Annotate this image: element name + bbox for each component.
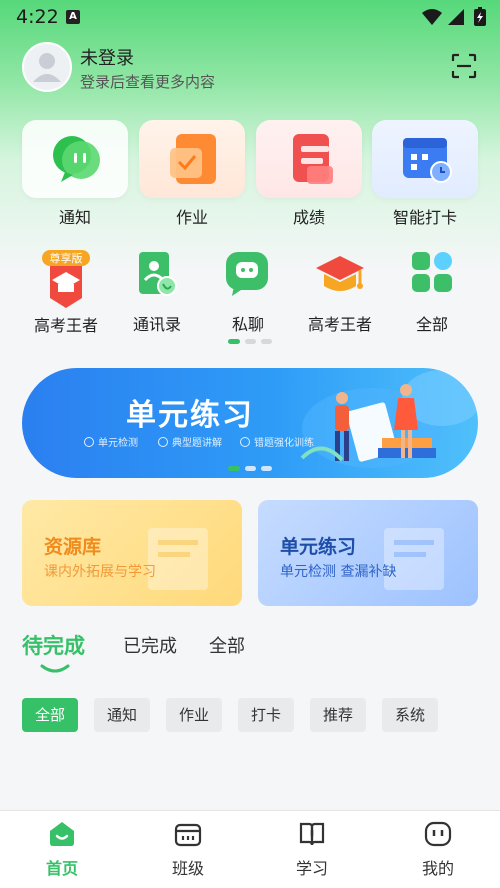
filter-chip-checkin[interactable]: 打卡: [238, 698, 294, 732]
banner-feature: 错题强化训练: [240, 434, 314, 449]
tab-indicator: [40, 664, 70, 673]
grid-label: 全部: [415, 315, 448, 334]
grid-all-icon: [412, 252, 452, 292]
user-placeholder-icon: [33, 53, 61, 82]
nav-label: 学习: [295, 859, 328, 878]
notification-icon: A: [66, 10, 80, 24]
cap-vip-icon: 尊享版: [42, 250, 90, 308]
study-book-icon: [299, 822, 325, 846]
unit-practice-card[interactable]: 单元练习 单元检测 查漏补缺: [258, 500, 478, 606]
grid-label: 智能打卡: [392, 208, 457, 227]
book-decoration: [384, 528, 444, 590]
filter-chip-notice[interactable]: 通知: [94, 698, 150, 732]
card-title: 单元练习: [280, 536, 357, 558]
grid-label: 作业: [175, 208, 208, 227]
page-dot: [261, 339, 272, 344]
graduation-cap-icon: [316, 256, 364, 291]
tab-all[interactable]: 全部: [209, 632, 245, 658]
resource-library-card[interactable]: 资源库 课内外拓展与学习: [22, 500, 242, 606]
nav-home[interactable]: 首页: [22, 819, 102, 879]
grid-label: 高考王者: [33, 316, 98, 335]
page-dot: [245, 466, 256, 471]
book-decoration: [148, 528, 208, 590]
nav-class[interactable]: 班级: [148, 819, 228, 879]
grid-item-notice[interactable]: 通知: [22, 120, 128, 228]
grid-item-private-chat[interactable]: 私聊: [198, 246, 298, 335]
contacts-icon: [139, 252, 177, 296]
check-icon: [240, 437, 250, 447]
page-dot: [245, 339, 256, 344]
private-chat-icon: [226, 252, 268, 296]
page-dot-active: [228, 339, 240, 344]
grid-page-indicator: [228, 339, 274, 345]
avatar[interactable]: [22, 42, 72, 92]
status-bar: 4:22 A: [0, 0, 500, 34]
banner-page-indicator: [228, 466, 274, 472]
class-icon: [174, 823, 202, 847]
bottom-nav: 首页 班级 学习 我的: [0, 810, 500, 888]
grid-label: 通讯录: [132, 315, 181, 334]
status-time: 4:22: [16, 6, 59, 28]
card-title: 资源库: [44, 536, 102, 558]
score-icon: [293, 134, 333, 184]
filter-chip-recommend[interactable]: 推荐: [310, 698, 366, 732]
grid-item-all[interactable]: 全部: [382, 246, 482, 335]
banner-title: 单元练习: [126, 398, 254, 433]
check-icon: [84, 437, 94, 447]
filter-chip-all[interactable]: 全部: [22, 698, 78, 732]
page-dot-active: [228, 466, 240, 471]
check-icon: [158, 437, 168, 447]
grid-label: 通知: [58, 208, 91, 227]
login-hint[interactable]: 登录后查看更多内容: [80, 71, 215, 92]
banner-feature: 单元检测: [84, 434, 138, 449]
chat-bubble-icon: [53, 136, 100, 182]
promo-banner[interactable]: 单元练习 单元检测 典型题讲解 错题强化训练: [22, 368, 478, 478]
filter-chip-homework[interactable]: 作业: [166, 698, 222, 732]
grid-label: 成绩: [292, 208, 325, 227]
grid-item-gaokao[interactable]: 高考王者: [290, 246, 390, 335]
nav-label: 首页: [45, 859, 78, 878]
filter-chip-system[interactable]: 系统: [382, 698, 438, 732]
card-subtitle: 单元检测 查漏补缺: [280, 564, 397, 580]
nav-mine[interactable]: 我的: [398, 819, 478, 879]
nav-study[interactable]: 学习: [272, 819, 352, 879]
grid-item-checkin[interactable]: 智能打卡: [372, 120, 478, 228]
nav-label: 我的: [421, 859, 454, 878]
grid-label: 高考王者: [307, 315, 372, 334]
grid-item-gaokao-vip[interactable]: 尊享版 高考王者: [16, 246, 116, 336]
tab-completed[interactable]: 已完成: [123, 632, 177, 658]
grid-item-homework[interactable]: 作业: [139, 120, 245, 228]
user-name[interactable]: 未登录: [80, 44, 134, 70]
calendar-clock-icon: [403, 138, 452, 183]
banner-feature: 典型题讲解: [158, 434, 222, 449]
tab-pending[interactable]: 待完成: [22, 630, 85, 660]
grid-item-scores[interactable]: 成绩: [256, 120, 362, 228]
homework-icon: [170, 134, 216, 184]
scan-icon[interactable]: [450, 52, 478, 80]
grid-item-contacts[interactable]: 通讯录: [107, 246, 207, 335]
card-subtitle: 课内外拓展与学习: [44, 564, 156, 580]
nav-label: 班级: [171, 859, 204, 878]
system-status-icons: [422, 7, 486, 26]
profile-face-icon: [424, 821, 452, 847]
vip-badge-text: 尊享版: [50, 251, 83, 265]
page-dot: [261, 466, 272, 471]
grid-label: 私聊: [231, 315, 264, 334]
home-icon: [50, 822, 74, 846]
